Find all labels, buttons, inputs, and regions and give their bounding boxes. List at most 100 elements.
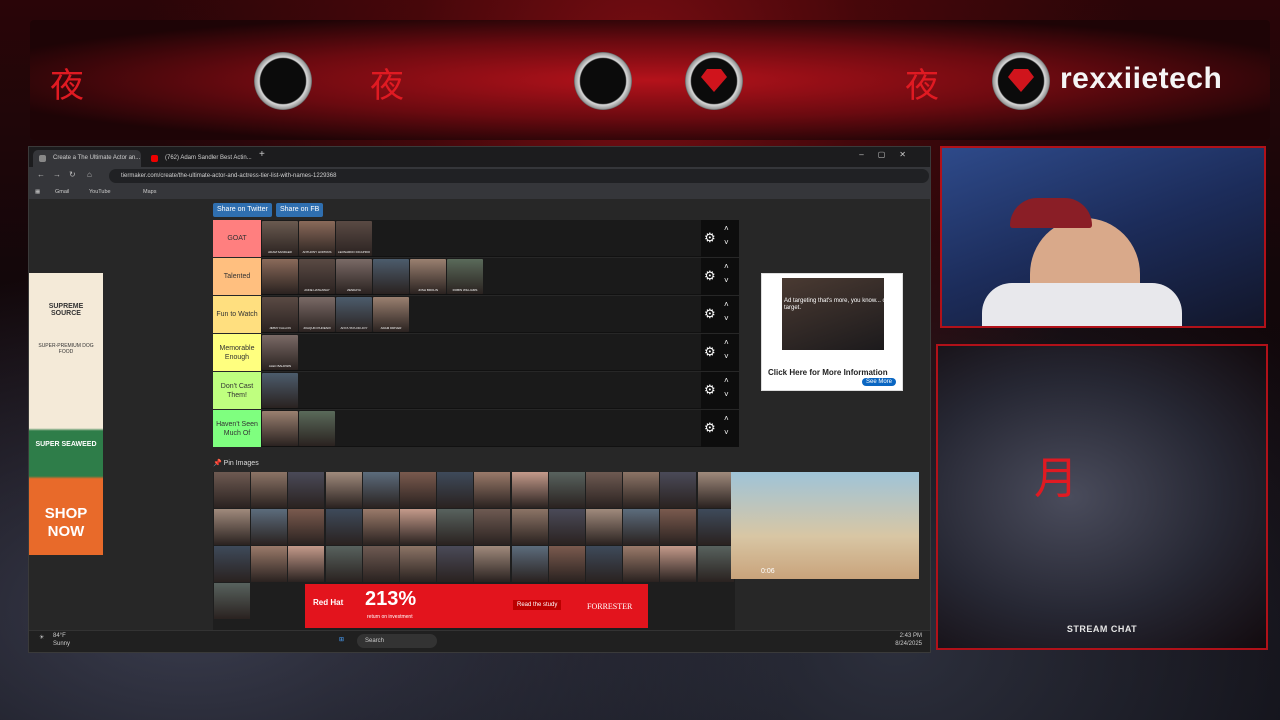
pool-actor-card[interactable]	[251, 509, 288, 545]
pool-actor-card[interactable]	[362, 509, 399, 545]
share-fb-button[interactable]: Share on FB	[276, 203, 324, 217]
actor-card[interactable]: ANNE HATHAWAY	[299, 259, 335, 294]
see-more-button[interactable]: See More	[861, 378, 896, 386]
pool-actor-card[interactable]	[697, 546, 734, 582]
pool-actor-card[interactable]	[288, 509, 325, 545]
pool-actor-card[interactable]	[362, 472, 399, 508]
actor-card[interactable]	[373, 259, 409, 294]
chevron-up-icon[interactable]: ˄	[724, 414, 729, 423]
pool-actor-card[interactable]	[214, 472, 250, 508]
pool-actor-card[interactable]	[474, 472, 511, 508]
pool-actor-card[interactable]	[400, 472, 436, 508]
chevron-up-icon[interactable]: ˄	[724, 338, 729, 347]
pool-actor-card[interactable]	[214, 546, 250, 582]
actor-card[interactable]: JOSH BROLIN	[410, 259, 446, 294]
tier-label[interactable]: GOAT	[213, 220, 261, 257]
actor-card[interactable]: ANYA TAYLOR-JOY	[336, 297, 372, 332]
gear-icon[interactable]: ⚙	[704, 230, 716, 246]
read-study-button[interactable]: Read the study	[513, 600, 562, 610]
pin-images-toggle[interactable]: 📌 Pin Images	[213, 459, 259, 467]
actor-card[interactable]	[262, 373, 298, 408]
actor-card[interactable]	[299, 411, 335, 446]
pool-actor-card[interactable]	[697, 472, 734, 508]
pool-actor-card[interactable]	[474, 546, 511, 582]
pool-actor-card[interactable]	[548, 546, 585, 582]
address-bar[interactable]: tiermaker.com/create/the-ultimate-actor-…	[109, 169, 929, 183]
chevron-up-icon[interactable]: ˄	[724, 262, 729, 271]
pool-actor-card[interactable]	[437, 509, 474, 545]
pool-actor-card[interactable]	[660, 546, 697, 582]
actor-card[interactable]: JIMMY FALLON	[262, 297, 298, 332]
pool-actor-card[interactable]	[697, 509, 734, 545]
pool-actor-card[interactable]	[288, 546, 325, 582]
pool-actor-card[interactable]	[511, 509, 548, 545]
chevron-down-icon[interactable]: ˅	[724, 238, 729, 247]
pool-actor-card[interactable]	[511, 546, 548, 582]
pool-actor-card[interactable]	[214, 583, 250, 619]
gear-icon[interactable]: ⚙	[704, 344, 716, 360]
actor-card[interactable]	[262, 259, 298, 294]
start-icon[interactable]: ⊞	[339, 636, 344, 643]
tab-youtube[interactable]: (762) Adam Sandler Best Actin...	[145, 150, 253, 167]
redhat-ad[interactable]: Red Hat 213% return on investment Read t…	[305, 584, 648, 628]
share-twitter-button[interactable]: Share on Twitter	[213, 203, 272, 217]
actor-card[interactable]: ROBIN WILLIAMS	[447, 259, 483, 294]
tier-label[interactable]: Memorable Enough	[213, 334, 261, 371]
bookmark-maps[interactable]: Maps	[143, 185, 156, 199]
window-controls[interactable]: –▢✕	[859, 150, 920, 159]
pool-actor-card[interactable]	[660, 509, 697, 545]
back-icon[interactable]: ←	[37, 170, 45, 179]
bookmark-gmail[interactable]: Gmail	[55, 185, 69, 199]
actor-card[interactable]: ALEC BALDWIN	[262, 335, 298, 370]
pool-actor-card[interactable]	[437, 546, 474, 582]
ad-cta[interactable]: Click Here for More Information	[768, 368, 888, 377]
pool-actor-card[interactable]	[623, 472, 660, 508]
pool-actor-card[interactable]	[437, 472, 474, 508]
actor-card[interactable]: ANTHONY HOPKINS	[299, 221, 335, 256]
tier-label[interactable]: Don't Cast Them!	[213, 372, 261, 409]
pool-actor-card[interactable]	[400, 509, 436, 545]
tier-label[interactable]: Fun to Watch	[213, 296, 261, 333]
shop-now-button[interactable]: SHOP NOW	[33, 505, 99, 541]
pool-actor-card[interactable]	[548, 472, 585, 508]
pool-actor-card[interactable]	[586, 472, 622, 508]
search-box[interactable]: Search	[357, 634, 437, 648]
chevron-down-icon[interactable]: ˅	[724, 314, 729, 323]
chevron-down-icon[interactable]: ˅	[724, 352, 729, 361]
tier-label[interactable]: Talented	[213, 258, 261, 295]
dog-food-ad[interactable]: SUPREME SOURCE SUPER-PREMIUM DOG FOOD SU…	[29, 273, 103, 555]
pool-actor-card[interactable]	[251, 546, 288, 582]
chevron-down-icon[interactable]: ˅	[724, 390, 729, 399]
pool-actor-card[interactable]	[623, 509, 660, 545]
video-ad[interactable]: 0:06	[731, 472, 919, 579]
gear-icon[interactable]: ⚙	[704, 268, 716, 284]
actor-card[interactable]: LEONARDO DICAPRIO	[336, 221, 372, 256]
tab-tiermaker[interactable]: Create a The Ultimate Actor an...	[33, 150, 141, 167]
bookmark-youtube[interactable]: YouTube	[89, 185, 111, 199]
actor-card[interactable]: ADAM SANDLER	[262, 221, 298, 256]
apps-icon[interactable]: ▦	[35, 185, 40, 199]
new-tab-button[interactable]: +	[259, 149, 265, 160]
chevron-down-icon[interactable]: ˅	[724, 276, 729, 285]
tier-label[interactable]: Haven't Seen Much Of	[213, 410, 261, 447]
pool-actor-card[interactable]	[325, 509, 362, 545]
chevron-up-icon[interactable]: ˄	[724, 376, 729, 385]
pool-actor-card[interactable]	[511, 472, 548, 508]
pool-actor-card[interactable]	[660, 472, 697, 508]
gear-icon[interactable]: ⚙	[704, 306, 716, 322]
actor-card[interactable]: JOAQUIN PHOENIX	[299, 297, 335, 332]
pool-actor-card[interactable]	[586, 509, 622, 545]
chevron-up-icon[interactable]: ˄	[724, 300, 729, 309]
home-icon[interactable]: ⌂	[87, 170, 92, 179]
actor-card[interactable]	[262, 411, 298, 446]
pool-actor-card[interactable]	[288, 472, 325, 508]
reload-icon[interactable]: ↻	[69, 170, 76, 179]
actor-card[interactable]: ZENDAYA	[336, 259, 372, 294]
pool-actor-card[interactable]	[362, 546, 399, 582]
pool-actor-card[interactable]	[548, 509, 585, 545]
pool-actor-card[interactable]	[325, 472, 362, 508]
pool-actor-card[interactable]	[325, 546, 362, 582]
gear-icon[interactable]: ⚙	[704, 420, 716, 436]
pool-actor-card[interactable]	[474, 509, 511, 545]
gear-icon[interactable]: ⚙	[704, 382, 716, 398]
